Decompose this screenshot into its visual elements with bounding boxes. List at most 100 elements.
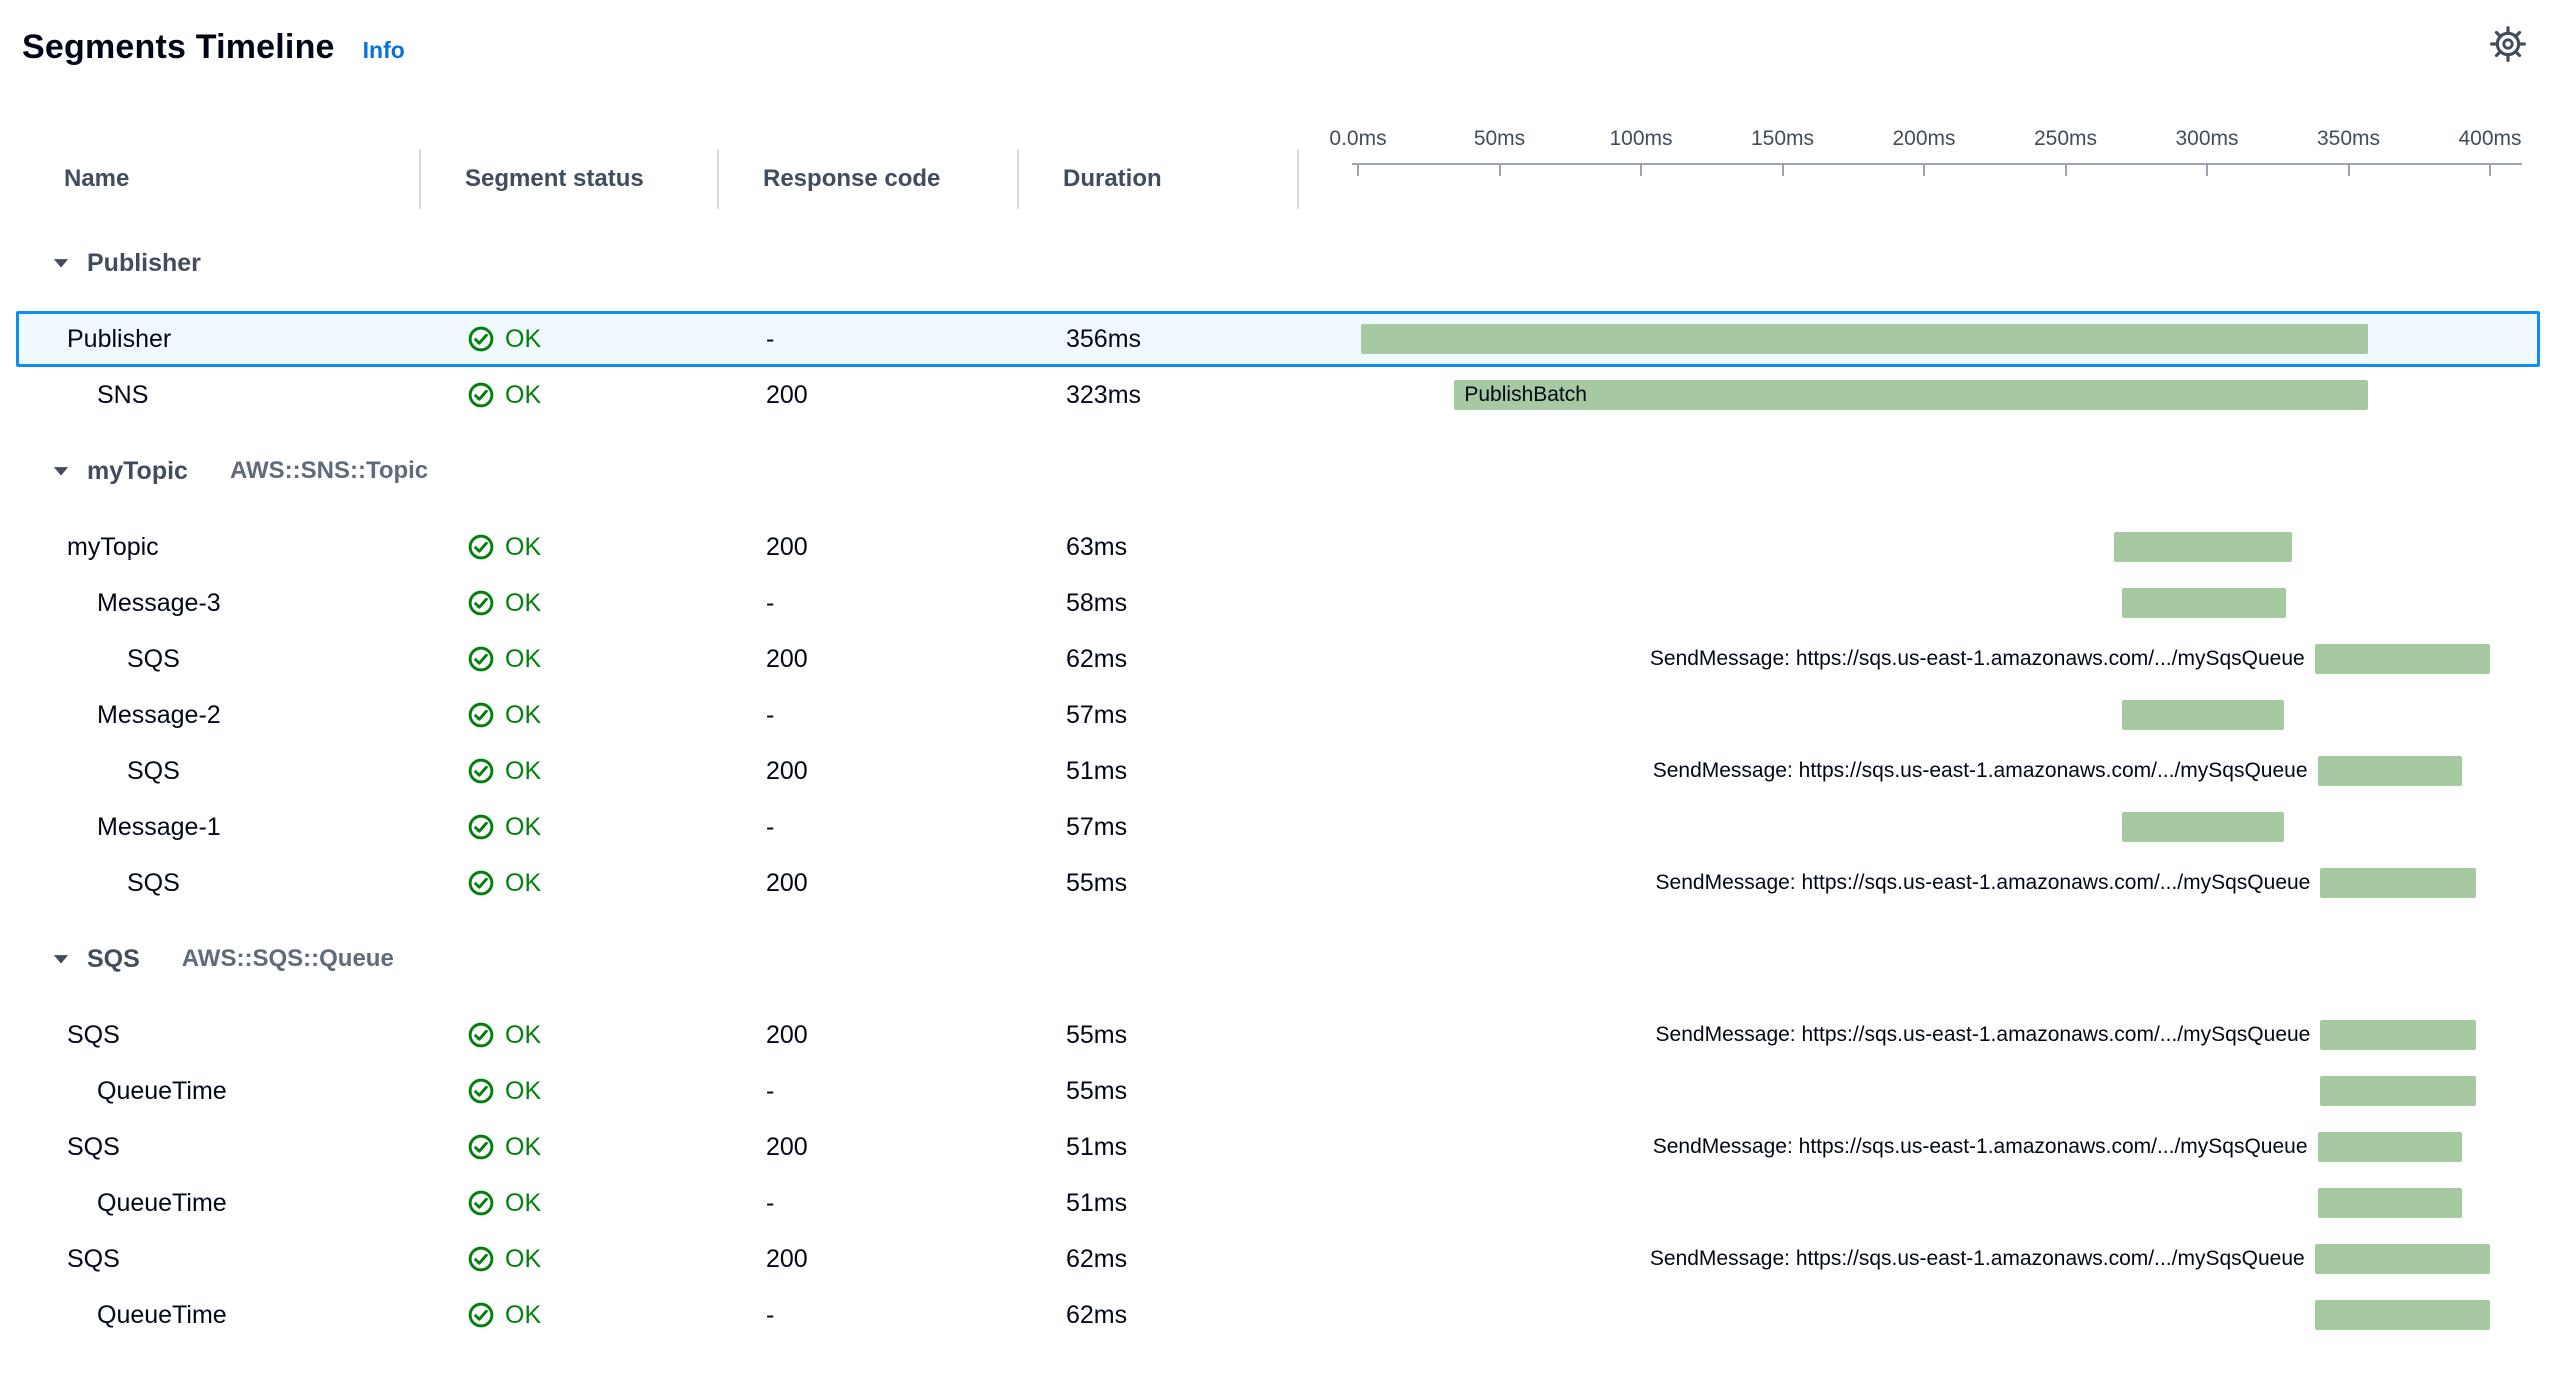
timeline-axis-scale: 0.0ms50ms100ms150ms200ms250ms300ms350ms4… xyxy=(1358,125,2540,209)
status-text: OK xyxy=(505,1189,541,1218)
timeline-cell xyxy=(1302,1290,2537,1340)
timeline-bar[interactable] xyxy=(2320,868,2476,898)
timeline-cell: SendMessage: https://sqs.us-east-1.amazo… xyxy=(1302,746,2537,796)
group-header[interactable]: Publisher xyxy=(16,235,2540,291)
bar-prefix-label: SendMessage: https://sqs.us-east-1.amazo… xyxy=(1650,1247,2305,1271)
segment-status: OK xyxy=(424,757,722,786)
status-text: OK xyxy=(505,589,541,618)
timeline-bar[interactable] xyxy=(2122,700,2283,730)
duration: 62ms xyxy=(1022,645,1302,674)
timeline-bar[interactable] xyxy=(2318,756,2462,786)
segment-name: QueueTime xyxy=(19,1077,424,1106)
axis-tick xyxy=(2348,163,2350,176)
status-ok-icon xyxy=(468,1190,494,1216)
axis-tick-label: 250ms xyxy=(2034,127,2097,151)
axis-tick-label: 0.0ms xyxy=(1329,127,1386,151)
segment-row[interactable]: QueueTimeOK-62ms xyxy=(16,1287,2540,1343)
segment-row[interactable]: Message-2OK-57ms xyxy=(16,687,2540,743)
status-ok-icon xyxy=(468,590,494,616)
status-text: OK xyxy=(505,1077,541,1106)
segment-row[interactable]: myTopicOK20063ms xyxy=(16,519,2540,575)
segment-status: OK xyxy=(424,589,722,618)
segment-group: PublisherPublisherOK-356msSNSOK200323msP… xyxy=(0,235,2556,423)
caret-down-icon[interactable] xyxy=(49,459,73,483)
timeline-bar[interactable] xyxy=(2122,812,2283,842)
axis-tick xyxy=(2206,163,2208,176)
response-code: - xyxy=(722,325,1022,354)
timeline-bar[interactable] xyxy=(1361,324,2368,354)
timeline-bar[interactable] xyxy=(2315,644,2490,674)
segment-row[interactable]: QueueTimeOK-55ms xyxy=(16,1063,2540,1119)
segment-name: QueueTime xyxy=(19,1301,424,1330)
timeline-bar[interactable] xyxy=(2320,1020,2476,1050)
status-text: OK xyxy=(505,813,541,842)
segment-row[interactable]: SQSOK20055msSendMessage: https://sqs.us-… xyxy=(16,855,2540,911)
gear-icon xyxy=(2488,24,2528,64)
response-code: 200 xyxy=(722,533,1022,562)
segment-row[interactable]: PublisherOK-356ms xyxy=(16,311,2540,367)
settings-button[interactable] xyxy=(2486,22,2530,66)
segment-row[interactable]: Message-1OK-57ms xyxy=(16,799,2540,855)
timeline-bar[interactable] xyxy=(2122,588,2286,618)
axis-tick xyxy=(1782,163,1784,176)
segments-table-body: PublisherPublisherOK-356msSNSOK200323msP… xyxy=(0,235,2556,1343)
group-header[interactable]: SQSAWS::SQS::Queue xyxy=(16,931,2540,987)
timeline-cell xyxy=(1302,1178,2537,1228)
caret-down-icon[interactable] xyxy=(49,251,73,275)
axis-tick xyxy=(2065,163,2067,176)
segment-status: OK xyxy=(424,813,722,842)
timeline-cell: SendMessage: https://sqs.us-east-1.amazo… xyxy=(1302,1010,2537,1060)
segment-row[interactable]: SQSOK20062msSendMessage: https://sqs.us-… xyxy=(16,631,2540,687)
segment-name: SQS xyxy=(19,645,424,674)
status-ok-icon xyxy=(468,1134,494,1160)
status-ok-icon xyxy=(468,1022,494,1048)
segment-name: SNS xyxy=(19,381,424,410)
segment-row[interactable]: SQSOK20051msSendMessage: https://sqs.us-… xyxy=(16,1119,2540,1175)
response-code: - xyxy=(722,1189,1022,1218)
duration: 51ms xyxy=(1022,1189,1302,1218)
status-text: OK xyxy=(505,533,541,562)
axis-tick xyxy=(1640,163,1642,176)
info-link[interactable]: Info xyxy=(363,37,405,64)
timeline-bar[interactable] xyxy=(2320,1076,2476,1106)
duration: 58ms xyxy=(1022,589,1302,618)
group-header[interactable]: myTopicAWS::SNS::Topic xyxy=(16,443,2540,499)
status-ok-icon xyxy=(468,534,494,560)
segment-status: OK xyxy=(424,1133,722,1162)
segment-row[interactable]: SQSOK20062msSendMessage: https://sqs.us-… xyxy=(16,1231,2540,1287)
timeline-bar[interactable] xyxy=(2318,1188,2462,1218)
timeline-cell: PublishBatch xyxy=(1302,370,2537,420)
segment-row[interactable]: SQSOK20051msSendMessage: https://sqs.us-… xyxy=(16,743,2540,799)
timeline-bar[interactable]: PublishBatch xyxy=(1454,380,2368,410)
axis-tick xyxy=(1357,163,1359,176)
timeline-bar[interactable] xyxy=(2315,1244,2490,1274)
response-code: - xyxy=(722,813,1022,842)
bar-inside-label: PublishBatch xyxy=(1464,383,1587,407)
timeline-cell xyxy=(1302,522,2537,572)
response-code: - xyxy=(722,589,1022,618)
segment-row[interactable]: SQSOK20055msSendMessage: https://sqs.us-… xyxy=(16,1007,2540,1063)
timeline-axis: 0.0ms50ms100ms150ms200ms250ms300ms350ms4… xyxy=(1299,125,2540,209)
status-text: OK xyxy=(505,1245,541,1274)
segment-row[interactable]: SNSOK200323msPublishBatch xyxy=(16,367,2540,423)
axis-tick-label: 400ms xyxy=(2458,127,2521,151)
status-text: OK xyxy=(505,1133,541,1162)
status-text: OK xyxy=(505,325,541,354)
segment-name: Publisher xyxy=(19,325,424,354)
segment-status: OK xyxy=(424,533,722,562)
timeline-bar[interactable] xyxy=(2114,532,2292,562)
segment-status: OK xyxy=(424,1189,722,1218)
axis-tick xyxy=(1923,163,1925,176)
duration: 55ms xyxy=(1022,1077,1302,1106)
timeline-cell xyxy=(1302,802,2537,852)
segment-status: OK xyxy=(424,325,722,354)
segment-row[interactable]: Message-3OK-58ms xyxy=(16,575,2540,631)
timeline-bar[interactable] xyxy=(2318,1132,2462,1162)
axis-tick xyxy=(2489,163,2491,176)
caret-down-icon[interactable] xyxy=(49,947,73,971)
segment-status: OK xyxy=(424,1301,722,1330)
axis-line xyxy=(1352,163,2522,165)
timeline-cell xyxy=(1302,314,2537,364)
segment-row[interactable]: QueueTimeOK-51ms xyxy=(16,1175,2540,1231)
timeline-bar[interactable] xyxy=(2315,1300,2490,1330)
